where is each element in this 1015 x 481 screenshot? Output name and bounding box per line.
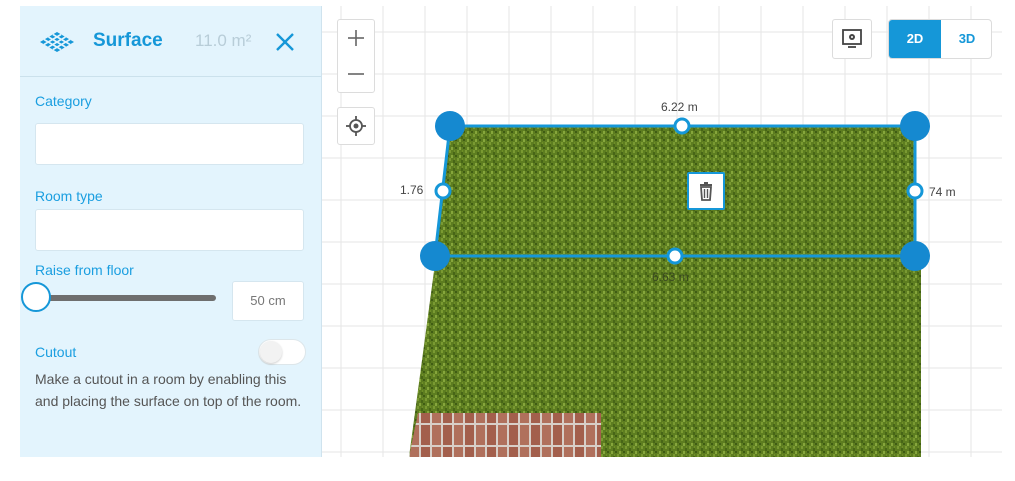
- dimension-left: 1.76: [400, 183, 424, 197]
- locate-icon: [346, 116, 366, 136]
- cutout-label: Cutout: [35, 344, 77, 360]
- panel-title: Surface: [93, 30, 163, 51]
- surface-properties-panel: Surface 11.0 m² Category Room type Raise…: [20, 6, 322, 457]
- category-select[interactable]: [35, 123, 304, 165]
- floorplan-canvas[interactable]: 6.22 m 1.76 74 m 6.63 m 2D 3D: [321, 6, 1002, 457]
- trash-icon: [700, 182, 712, 201]
- zoom-out-button[interactable]: [338, 56, 374, 92]
- zoom-in-icon: [348, 30, 364, 46]
- floorplan-svg: [321, 6, 1002, 457]
- zoom-out-icon: [348, 73, 364, 75]
- close-icon[interactable]: [273, 30, 297, 54]
- edge-handle[interactable]: [906, 182, 924, 200]
- corner-handle[interactable]: [900, 241, 930, 271]
- selected-surface[interactable]: [435, 126, 915, 256]
- view-2d-button[interactable]: 2D: [889, 20, 941, 58]
- corner-handle[interactable]: [435, 111, 465, 141]
- frame-edge-right: [1002, 0, 1015, 481]
- raise-slider-handle[interactable]: [21, 282, 51, 312]
- delete-surface-button[interactable]: [687, 172, 725, 210]
- monitor-icon: [842, 29, 862, 48]
- room-type-label: Room type: [35, 188, 103, 204]
- surface-area: 11.0 m²: [195, 31, 252, 50]
- zoom-in-button[interactable]: [338, 20, 374, 56]
- zoom-control: [337, 19, 375, 93]
- raise-slider-track[interactable]: [38, 295, 216, 301]
- app-frame: 6.22 m 1.76 74 m 6.63 m 2D 3D Surface 11…: [0, 0, 1015, 481]
- raise-from-floor-label: Raise from floor: [35, 262, 134, 278]
- view-3d-button[interactable]: 3D: [941, 20, 991, 58]
- dimension-bottom: 6.63 m: [652, 270, 689, 284]
- raise-value-field[interactable]: 50 cm: [232, 281, 304, 321]
- edge-handle[interactable]: [666, 247, 684, 265]
- panel-header: Surface 11.0 m²: [20, 6, 321, 77]
- corner-handle[interactable]: [420, 241, 450, 271]
- dimension-top: 6.22 m: [661, 100, 698, 114]
- surface-icon: [40, 32, 74, 52]
- edge-handle[interactable]: [673, 117, 691, 135]
- category-label: Category: [35, 93, 92, 109]
- locate-button[interactable]: [337, 107, 375, 145]
- cutout-description: Make a cutout in a room by enabling this…: [35, 371, 302, 409]
- frame-edge-top: [0, 0, 1015, 6]
- room-type-select[interactable]: [35, 209, 304, 251]
- brick-floor: [409, 413, 601, 457]
- view-settings-button[interactable]: [832, 19, 872, 59]
- edge-handle[interactable]: [434, 182, 452, 200]
- frame-edge-bottom: [0, 457, 1015, 481]
- view-mode-switch: 2D 3D: [888, 19, 992, 59]
- cutout-toggle[interactable]: [258, 339, 306, 365]
- corner-handle[interactable]: [900, 111, 930, 141]
- dimension-right: 74 m: [929, 185, 956, 199]
